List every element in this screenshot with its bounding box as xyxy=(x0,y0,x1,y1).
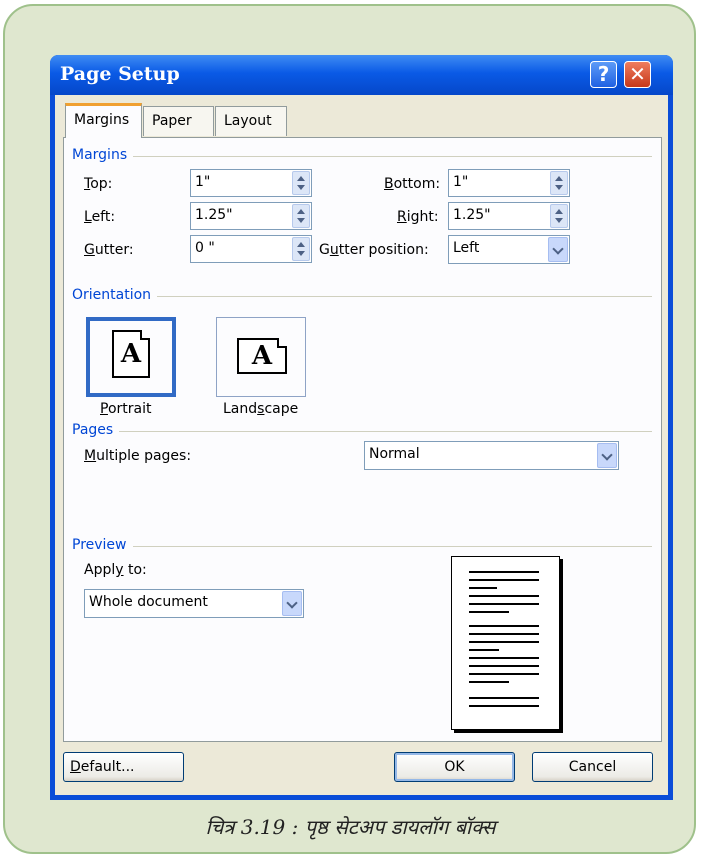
tab-margins-label: Margins xyxy=(74,112,130,128)
tab-layout-label: Layout xyxy=(224,113,272,129)
landscape-option[interactable]: A xyxy=(216,317,306,397)
top-label: Top: xyxy=(84,176,113,192)
figure-caption: चित्र 3.19 : पृष्ठ सेटअप डायलॉग बॉक्स xyxy=(205,815,496,839)
preview-group-line xyxy=(72,546,652,547)
default-button[interactable]: Default... xyxy=(63,752,184,782)
margins-group-label: Margins xyxy=(72,147,134,163)
pages-group-label: Pages xyxy=(72,422,120,438)
landscape-label: Landscape xyxy=(223,401,299,417)
tab-layout[interactable]: Layout xyxy=(215,106,287,136)
cancel-button[interactable]: Cancel xyxy=(532,752,653,782)
left-margin-value: 1.25" xyxy=(195,207,233,223)
multiple-pages-select[interactable]: Normal xyxy=(364,441,619,470)
dialog-client: Margins Paper Layout Margins Top: 1" Lef… xyxy=(55,95,668,795)
dialog-title: Page Setup xyxy=(60,63,180,85)
gutter-position-label: Gutter position: xyxy=(319,242,429,258)
gutter-position-select[interactable]: Left xyxy=(448,235,570,264)
left-spin-arrows-icon[interactable] xyxy=(292,204,310,228)
top-margin-value: 1" xyxy=(195,174,211,190)
top-margin-spinner[interactable]: 1" xyxy=(190,169,312,197)
close-button[interactable]: ✕ xyxy=(624,61,651,88)
apply-to-select[interactable]: Whole document xyxy=(84,589,304,618)
bottom-label: Bottom: xyxy=(384,176,441,192)
pages-group-line xyxy=(72,431,652,432)
portrait-option[interactable]: A xyxy=(86,317,176,397)
top-spin-arrows-icon[interactable] xyxy=(292,171,310,195)
orientation-group-label: Orientation xyxy=(72,287,158,303)
ok-button[interactable]: OK xyxy=(394,752,515,782)
help-button[interactable]: ? xyxy=(590,61,617,88)
gutter-spinner[interactable]: 0 " xyxy=(190,235,312,263)
multiple-pages-value: Normal xyxy=(369,446,420,462)
landscape-page-icon: A xyxy=(237,338,287,374)
tab-paper-label: Paper xyxy=(152,113,192,129)
gutter-position-value: Left xyxy=(453,240,480,256)
title-bar[interactable]: Page Setup ? ✕ xyxy=(50,55,673,95)
right-margin-spinner[interactable]: 1.25" xyxy=(448,202,570,230)
bottom-spin-arrows-icon[interactable] xyxy=(550,171,568,195)
tab-margins[interactable]: Margins xyxy=(65,103,142,138)
chevron-down-icon[interactable] xyxy=(548,237,568,262)
tab-paper[interactable]: Paper xyxy=(143,106,214,136)
bottom-margin-spinner[interactable]: 1" xyxy=(448,169,570,197)
right-label: Right: xyxy=(397,209,439,225)
bottom-margin-value: 1" xyxy=(453,174,469,190)
left-margin-spinner[interactable]: 1.25" xyxy=(190,202,312,230)
gutter-spin-arrows-icon[interactable] xyxy=(292,237,310,261)
gutter-label: Gutter: xyxy=(84,242,134,258)
preview-group-label: Preview xyxy=(72,537,133,553)
chevron-down-icon[interactable] xyxy=(282,591,302,616)
multiple-pages-label: Multiple pages: xyxy=(84,448,192,464)
apply-to-label: Apply to: xyxy=(84,562,147,578)
left-label: Left: xyxy=(84,209,116,225)
chevron-down-icon[interactable] xyxy=(597,443,617,468)
margins-group-line xyxy=(72,156,652,157)
portrait-page-icon: A xyxy=(112,330,150,378)
right-spin-arrows-icon[interactable] xyxy=(550,204,568,228)
page-preview xyxy=(451,556,560,730)
page-setup-dialog: Page Setup ? ✕ Margins Paper Layout Marg… xyxy=(50,55,673,800)
margins-panel: Margins Top: 1" Left: 1.25" Gutter: 0 " … xyxy=(63,137,662,742)
portrait-label: Portrait xyxy=(100,401,152,417)
apply-to-value: Whole document xyxy=(89,594,208,610)
gutter-value: 0 " xyxy=(195,240,215,256)
orientation-group-line xyxy=(72,296,652,297)
right-margin-value: 1.25" xyxy=(453,207,491,223)
